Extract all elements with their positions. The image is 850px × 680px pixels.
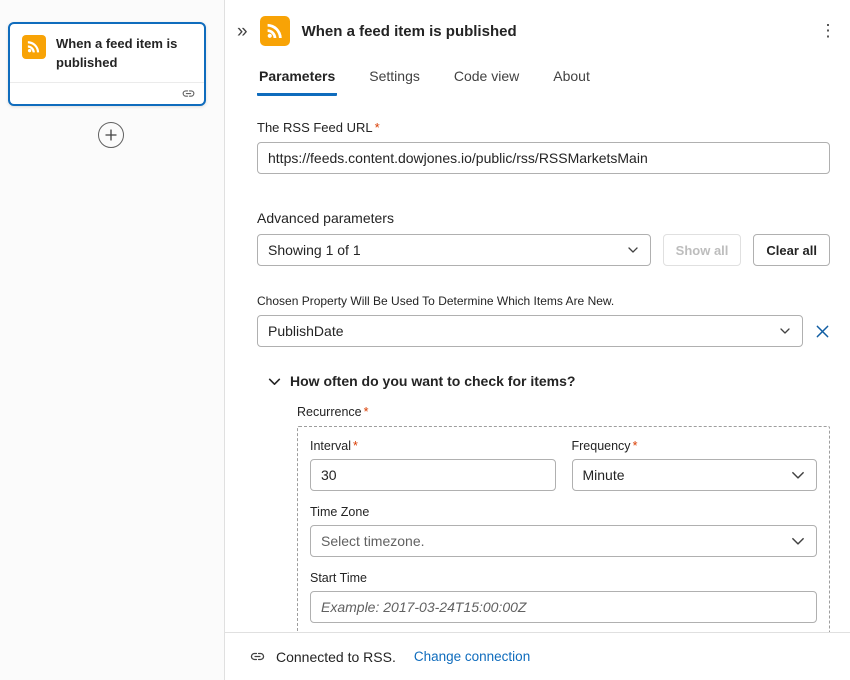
advanced-parameters-row: Showing 1 of 1 Show all Clear all <box>257 234 830 266</box>
remove-property-button[interactable] <box>815 324 830 339</box>
chosen-property-value: PublishDate <box>268 323 344 339</box>
interval-field: Interval* <box>310 439 556 491</box>
advanced-filter-value: Showing 1 of 1 <box>268 242 361 258</box>
parameters-tab-content: The RSS Feed URL* Advanced parameters Sh… <box>225 96 850 632</box>
rss-connector-icon <box>22 35 46 59</box>
start-time-field: Start Time <box>310 571 817 623</box>
chevron-down-icon <box>790 467 806 483</box>
collapse-panel-button[interactable]: » <box>237 22 248 41</box>
timezone-field: Time Zone Select timezone. <box>310 505 817 557</box>
trigger-card-title: When a feed item is published <box>56 35 186 73</box>
chosen-property-label: Chosen Property Will Be Used To Determin… <box>257 294 830 308</box>
clear-all-button[interactable]: Clear all <box>753 234 830 266</box>
tab-settings[interactable]: Settings <box>367 68 422 96</box>
timezone-dropdown[interactable]: Select timezone. <box>310 525 817 557</box>
feed-url-input[interactable] <box>257 142 830 174</box>
frequency-label: Frequency* <box>572 439 818 453</box>
tab-parameters[interactable]: Parameters <box>257 68 337 96</box>
chosen-property-row: PublishDate <box>257 315 830 347</box>
double-chevron-right-icon: » <box>237 22 248 41</box>
more-options-button[interactable]: ⋮ <box>814 17 842 45</box>
chevron-down-icon <box>778 324 792 338</box>
timezone-placeholder: Select timezone. <box>321 533 425 549</box>
connection-footer: Connected to RSS. Change connection <box>225 632 850 680</box>
check-frequency-section-toggle[interactable]: How often do you want to check for items… <box>267 373 830 389</box>
trigger-card-main: When a feed item is published <box>10 24 204 82</box>
start-time-label: Start Time <box>310 571 817 585</box>
feed-url-label: The RSS Feed URL* <box>257 120 830 135</box>
add-action-button[interactable] <box>98 122 124 148</box>
trigger-card-footer <box>10 82 204 104</box>
connected-status-text: Connected to RSS. <box>276 649 396 665</box>
rss-connector-icon <box>260 16 290 46</box>
interval-input[interactable] <box>310 459 556 491</box>
plus-icon <box>104 128 118 142</box>
frequency-value: Minute <box>583 467 625 483</box>
recurrence-editor: Interval* Frequency* Minute <box>297 426 830 632</box>
recurrence-group: Recurrence* Interval* Frequency* <box>297 405 830 632</box>
tab-code-view[interactable]: Code view <box>452 68 521 96</box>
advanced-parameters-label: Advanced parameters <box>257 210 830 226</box>
trigger-config-panel: » When a feed item is published ⋮ Parame… <box>225 0 850 680</box>
show-all-button[interactable]: Show all <box>663 234 742 266</box>
required-asterisk: * <box>633 439 638 453</box>
frequency-field: Frequency* Minute <box>572 439 818 491</box>
trigger-card[interactable]: When a feed item is published <box>8 22 206 106</box>
required-asterisk: * <box>364 405 369 419</box>
advanced-filter-dropdown[interactable]: Showing 1 of 1 <box>257 234 651 266</box>
more-vertical-icon: ⋮ <box>820 21 837 41</box>
chevron-down-icon <box>626 243 640 257</box>
connection-link-icon <box>249 648 266 665</box>
timezone-label: Time Zone <box>310 505 817 519</box>
required-asterisk: * <box>353 439 358 453</box>
check-frequency-section-title: How often do you want to check for items… <box>290 373 575 389</box>
frequency-dropdown[interactable]: Minute <box>572 459 818 491</box>
dismiss-icon <box>815 324 830 339</box>
required-asterisk: * <box>375 120 380 135</box>
chevron-down-icon <box>267 374 282 389</box>
recurrence-label: Recurrence* <box>297 405 830 419</box>
chevron-down-icon <box>790 533 806 549</box>
flow-canvas: When a feed item is published <box>0 0 225 680</box>
panel-tabs: Parameters Settings Code view About <box>225 56 850 96</box>
start-time-input[interactable] <box>310 591 817 623</box>
change-connection-link[interactable]: Change connection <box>414 649 530 664</box>
panel-header: » When a feed item is published ⋮ <box>225 0 850 56</box>
interval-label: Interval* <box>310 439 556 453</box>
connection-link-icon <box>181 86 196 101</box>
flow-designer: When a feed item is published » <box>0 0 850 680</box>
panel-title: When a feed item is published <box>302 23 517 40</box>
tab-about[interactable]: About <box>551 68 592 96</box>
chosen-property-dropdown[interactable]: PublishDate <box>257 315 803 347</box>
